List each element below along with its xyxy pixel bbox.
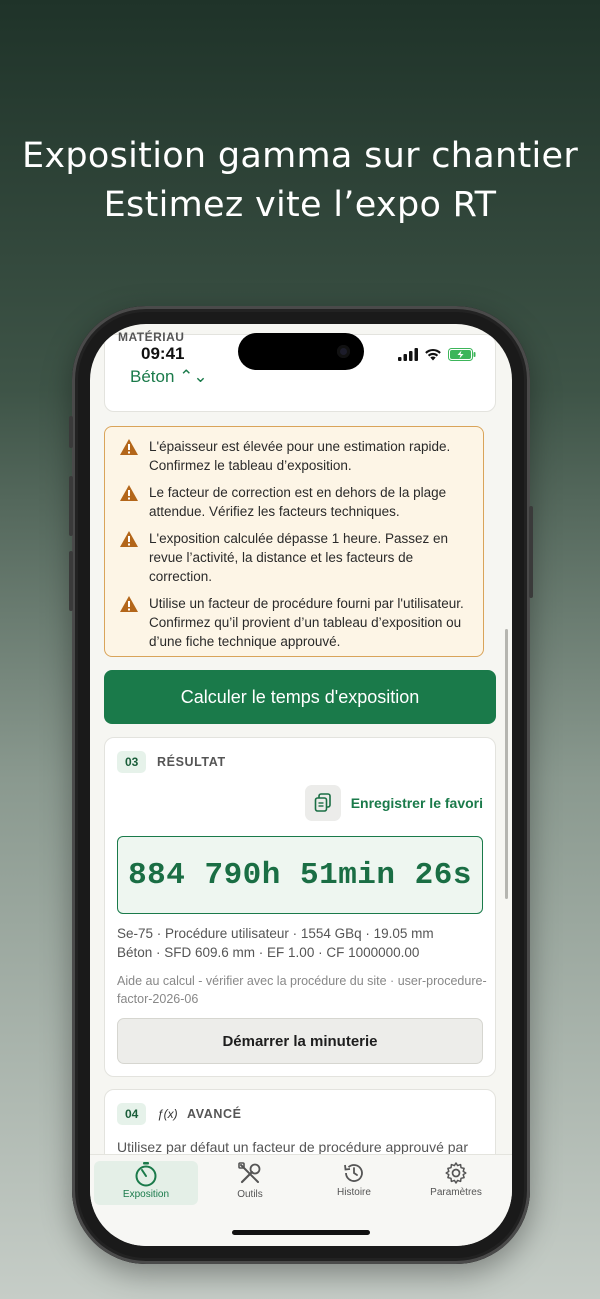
cellular-signal-icon [398,348,418,361]
save-favorite-button[interactable]: Enregistrer le favori [304,785,483,821]
hero-line-2: Estimez vite l’expo RT [103,185,497,225]
step-badge: 03 [117,751,147,773]
warning-text: L'exposition calculée dépasse 1 heure. P… [149,531,449,584]
result-details: Se-75 · Procédure utilisateur · 1554 GBq… [117,924,487,962]
result-card: 03 RÉSULTAT Enregistrer le favori 884 79… [104,737,496,1077]
copy-documents-icon [304,785,341,821]
power-button [529,506,533,598]
warning-triangle-icon [120,439,138,455]
dynamic-island [238,333,364,370]
battery-charging-icon [448,348,476,361]
hero-line-1: Exposition gamma sur chantier [21,136,579,176]
warning-text: Le facteur de correction est en dehors d… [149,485,447,519]
warning-triangle-icon [120,485,138,501]
details-line-2: Béton · SFD 609.6 mm · EF 1.00 · CF 1000… [117,945,420,960]
status-icons [398,348,476,361]
tab-label: Outils [237,1189,263,1200]
warning-item: Utilise un facteur de procédure fourni p… [119,594,469,651]
tab-histoire[interactable]: Histoire [302,1161,406,1205]
calculation-note: Aide au calcul - vérifier avec la procéd… [117,974,487,1006]
wifi-icon [425,348,441,361]
scrollbar[interactable] [505,629,508,899]
volume-up-button [69,476,73,536]
save-favorite-label: Enregistrer le favori [350,795,483,811]
volume-down-button [69,551,73,611]
step-badge: 04 [117,1103,147,1125]
warnings-panel: L'épaisseur est élevée pour une estimati… [104,426,484,657]
tab-parametres[interactable]: Paramètres [404,1161,508,1205]
status-time: 09:41 [141,344,185,363]
tools-icon [238,1162,261,1184]
history-icon [344,1164,363,1182]
start-timer-button[interactable]: Démarrer la minuterie [117,1018,483,1064]
section-title: AVANCÉ [187,1107,242,1121]
timer-icon [135,1162,157,1187]
function-icon: ƒ(x) [157,1107,178,1121]
warning-triangle-icon [120,531,138,547]
section-title: RÉSULTAT [157,755,226,769]
action-button [69,416,73,448]
phone-frame: MATÉRIAU 09:41 Béton ⌃⌄ L'épaisseur est … [69,306,533,1264]
warning-text: L'épaisseur est élevée pour une estimati… [149,439,451,473]
warning-text: Utilise un facteur de procédure fourni p… [149,596,464,649]
tab-outils[interactable]: Outils [198,1161,302,1205]
warning-item: L'exposition calculée dépasse 1 heure. P… [119,529,469,586]
details-line-1: Se-75 · Procédure utilisateur · 1554 GBq… [117,926,434,941]
gear-icon [445,1162,467,1184]
material-selector[interactable]: Béton ⌃⌄ [130,367,208,387]
exposure-time-result: 884 790h 51min 26s [117,836,483,914]
tab-label: Paramètres [430,1187,482,1198]
tab-label: Histoire [337,1187,371,1198]
warning-item: Le facteur de correction est en dehors d… [119,483,469,521]
app-screen: MATÉRIAU 09:41 Béton ⌃⌄ L'épaisseur est … [90,324,512,1246]
warning-triangle-icon [120,596,138,612]
camera-icon [337,345,350,358]
tab-label: Exposition [122,1189,170,1200]
hero-headline: Exposition gamma sur chantier Estimez vi… [0,132,600,230]
material-label: MATÉRIAU [118,330,185,344]
calculate-exposure-button[interactable]: Calculer le temps d'exposition [104,670,496,724]
warning-item: L'épaisseur est élevée pour une estimati… [119,437,469,475]
home-indicator[interactable] [232,1230,370,1235]
tab-exposition[interactable]: Exposition [94,1161,198,1205]
